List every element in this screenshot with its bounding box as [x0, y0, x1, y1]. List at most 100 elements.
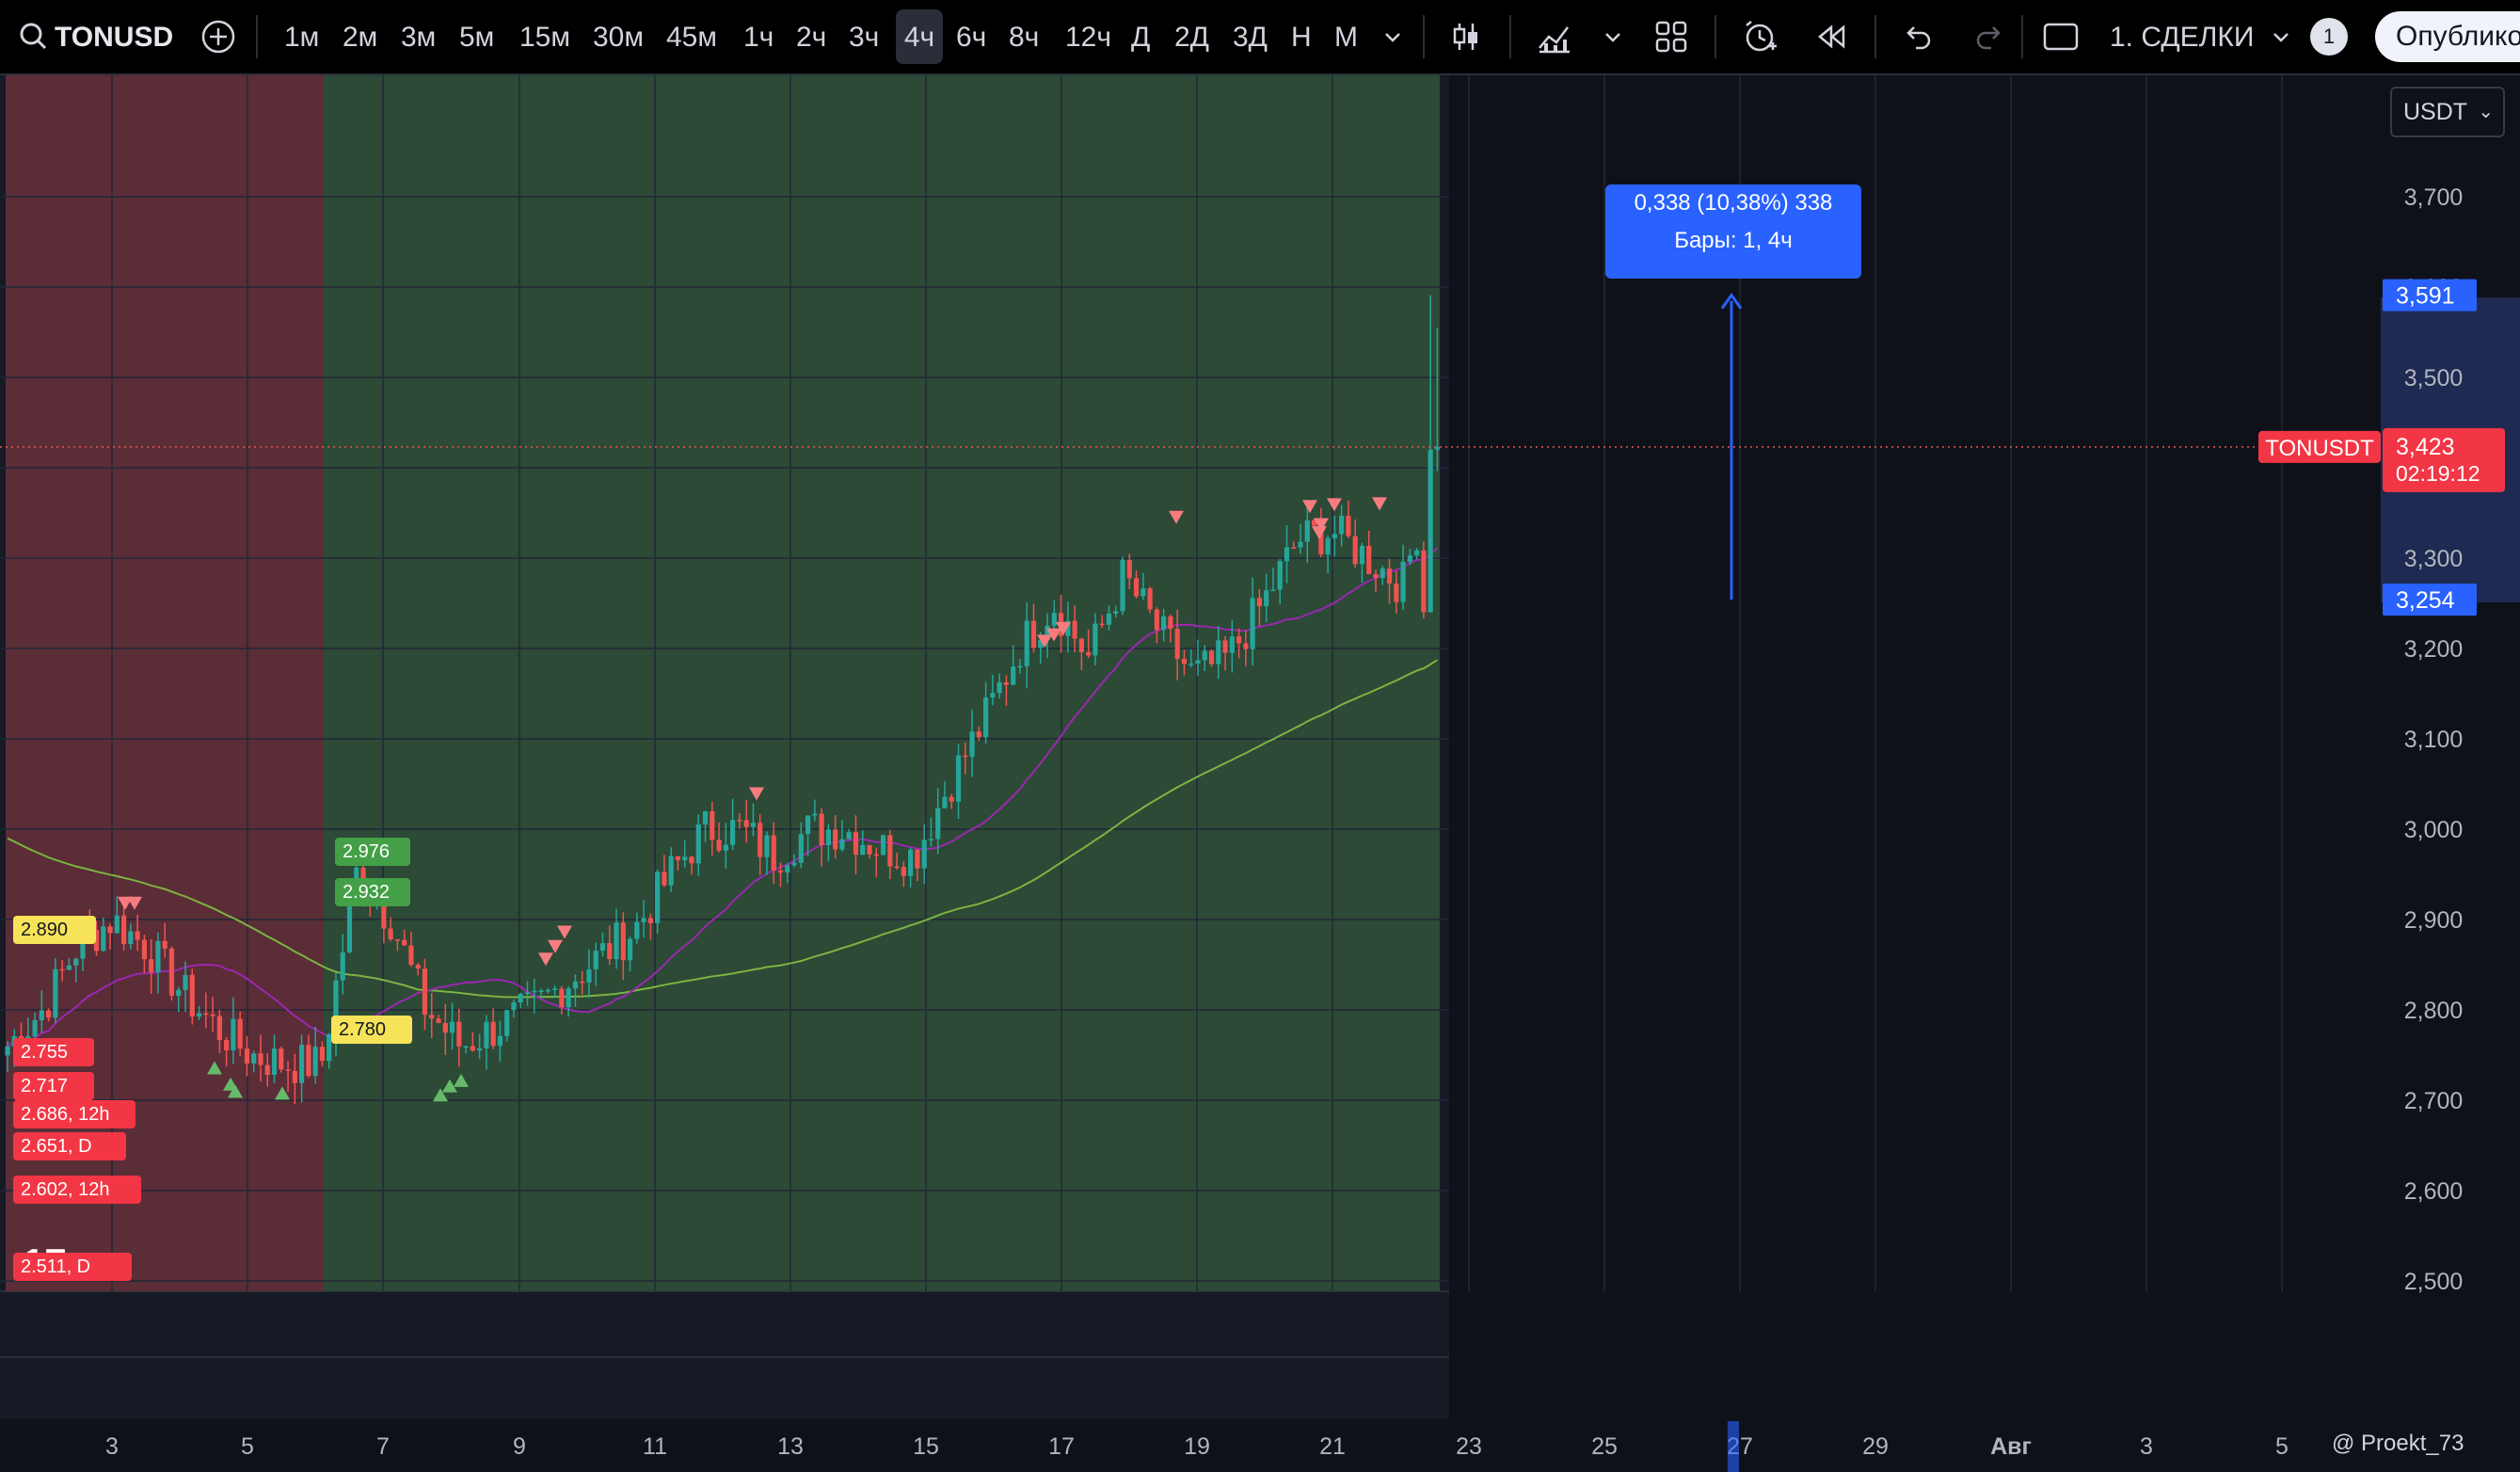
- candle-body: [647, 918, 653, 923]
- candle-body: [1106, 613, 1112, 625]
- candle-body: [969, 731, 975, 758]
- interval-15m[interactable]: 15м: [519, 0, 570, 73]
- candle-body: [593, 951, 598, 969]
- indicators-icon[interactable]: [1536, 18, 1573, 56]
- candle-body: [155, 940, 161, 973]
- interval-45m[interactable]: 45м: [666, 0, 717, 73]
- candle-body: [1264, 590, 1269, 607]
- time-tick: 9: [513, 1433, 526, 1460]
- candle-body: [402, 939, 407, 946]
- interval-3d[interactable]: 3Д: [1233, 0, 1268, 73]
- candle-body: [682, 856, 688, 861]
- candle-body: [183, 974, 188, 990]
- price-tick: 2,600: [2404, 1178, 2464, 1205]
- candle-body: [1339, 515, 1345, 535]
- candle-body: [1140, 588, 1146, 597]
- candle-body: [908, 849, 914, 876]
- chevron-down-icon[interactable]: [1374, 18, 1412, 56]
- interval-2d[interactable]: 2Д: [1174, 0, 1209, 73]
- candle-body: [860, 844, 866, 856]
- interval-1h[interactable]: 1ч: [743, 0, 774, 73]
- interval-6h[interactable]: 6ч: [956, 0, 986, 73]
- candle-body: [791, 862, 797, 866]
- candle-body: [456, 1021, 462, 1047]
- measure-tooltip: 0,338 (10,38%) 338 Бары: 1, 4ч: [1605, 184, 1861, 279]
- candle-body: [990, 693, 996, 698]
- interval-1w[interactable]: Н: [1291, 0, 1312, 73]
- candle-body: [949, 796, 954, 802]
- publish-button[interactable]: Опублико: [2375, 11, 2520, 62]
- candle-body: [237, 1018, 243, 1049]
- price-label: 2.890: [13, 916, 96, 944]
- candle-body: [750, 823, 757, 827]
- interval-12h[interactable]: 12ч: [1065, 0, 1111, 73]
- price-tick: 2,700: [2404, 1088, 2464, 1114]
- time-tick: 3: [2140, 1433, 2153, 1460]
- interval-2h[interactable]: 2ч: [796, 0, 826, 73]
- alert-clock-icon[interactable]: [1741, 18, 1778, 56]
- interval-1mo[interactable]: М: [1334, 0, 1358, 73]
- toolbar-separator: [1509, 15, 1511, 58]
- candle-body: [141, 939, 147, 960]
- candle-body: [128, 931, 134, 945]
- time-tick: 13: [777, 1433, 804, 1460]
- time-tick: 23: [1456, 1433, 1482, 1460]
- interval-5m[interactable]: 5м: [459, 0, 494, 73]
- candle-body: [312, 1047, 318, 1077]
- candle-body: [798, 834, 804, 863]
- price-tick: 2,800: [2404, 998, 2464, 1024]
- redo-icon[interactable]: [1970, 18, 2008, 56]
- candle-body: [442, 1022, 448, 1033]
- search-icon[interactable]: [15, 18, 53, 56]
- candle-body: [149, 959, 154, 973]
- bar-countdown: 02:19:12: [2396, 461, 2480, 486]
- candle-body: [271, 1048, 278, 1075]
- candle-body: [1154, 609, 1159, 631]
- candles-icon[interactable]: [1447, 18, 1485, 56]
- interval-2m[interactable]: 2м: [343, 0, 377, 73]
- candle-body: [429, 1015, 435, 1019]
- price-chart[interactable]: 2,500 2,600 2,700 2,800 2,900 3,000 3,100 3,200…: [0, 75, 2520, 1472]
- candle-body: [1256, 598, 1263, 607]
- interval-1m[interactable]: 1м: [284, 0, 319, 73]
- candle-body: [580, 981, 585, 984]
- candle-body: [470, 1046, 475, 1051]
- notification-badge[interactable]: 1: [2310, 18, 2348, 56]
- layout-grid-icon[interactable]: [1652, 18, 1690, 56]
- compare-add-icon[interactable]: [199, 18, 237, 56]
- interval-8h[interactable]: 8ч: [1009, 0, 1039, 73]
- candle-body: [867, 844, 872, 855]
- price-tick: 3,500: [2404, 365, 2464, 392]
- chevron-down-icon[interactable]: [2262, 18, 2300, 56]
- price-tick: 2,500: [2404, 1269, 2464, 1295]
- measure-bars: Бары: 1, 4ч: [1674, 228, 1793, 253]
- candle-body: [1352, 536, 1358, 565]
- candle-body: [1093, 623, 1098, 656]
- symbol-search[interactable]: TONUSD: [55, 0, 173, 73]
- interval-3h[interactable]: 3ч: [849, 0, 879, 73]
- candle-body: [1298, 541, 1303, 548]
- candle-body: [873, 854, 879, 856]
- interval-3m[interactable]: 3м: [401, 0, 436, 73]
- undo-icon[interactable]: [1899, 18, 1937, 56]
- fullscreen-icon[interactable]: [2042, 18, 2080, 56]
- chevron-down-icon[interactable]: [1594, 18, 1632, 56]
- candle-body: [162, 940, 167, 949]
- candle-body: [572, 981, 579, 989]
- candle-body: [1250, 598, 1255, 649]
- layout-name[interactable]: 1. СДЕЛКИ: [2110, 0, 2254, 73]
- time-tick: 17: [1048, 1433, 1075, 1460]
- candle-body: [408, 945, 414, 966]
- candle-body: [1284, 547, 1290, 562]
- candle-body: [120, 915, 127, 945]
- candle-body: [346, 899, 353, 952]
- replay-icon[interactable]: [1812, 18, 1850, 56]
- candle-body: [32, 1019, 38, 1037]
- currency-select[interactable]: USDT ⌄: [2390, 87, 2505, 137]
- interval-1d[interactable]: Д: [1131, 0, 1150, 73]
- candle-body: [894, 866, 900, 869]
- candle-body: [114, 915, 120, 934]
- interval-4h[interactable]: 4ч: [896, 9, 943, 64]
- candle-body: [812, 813, 818, 816]
- interval-30m[interactable]: 30м: [593, 0, 644, 73]
